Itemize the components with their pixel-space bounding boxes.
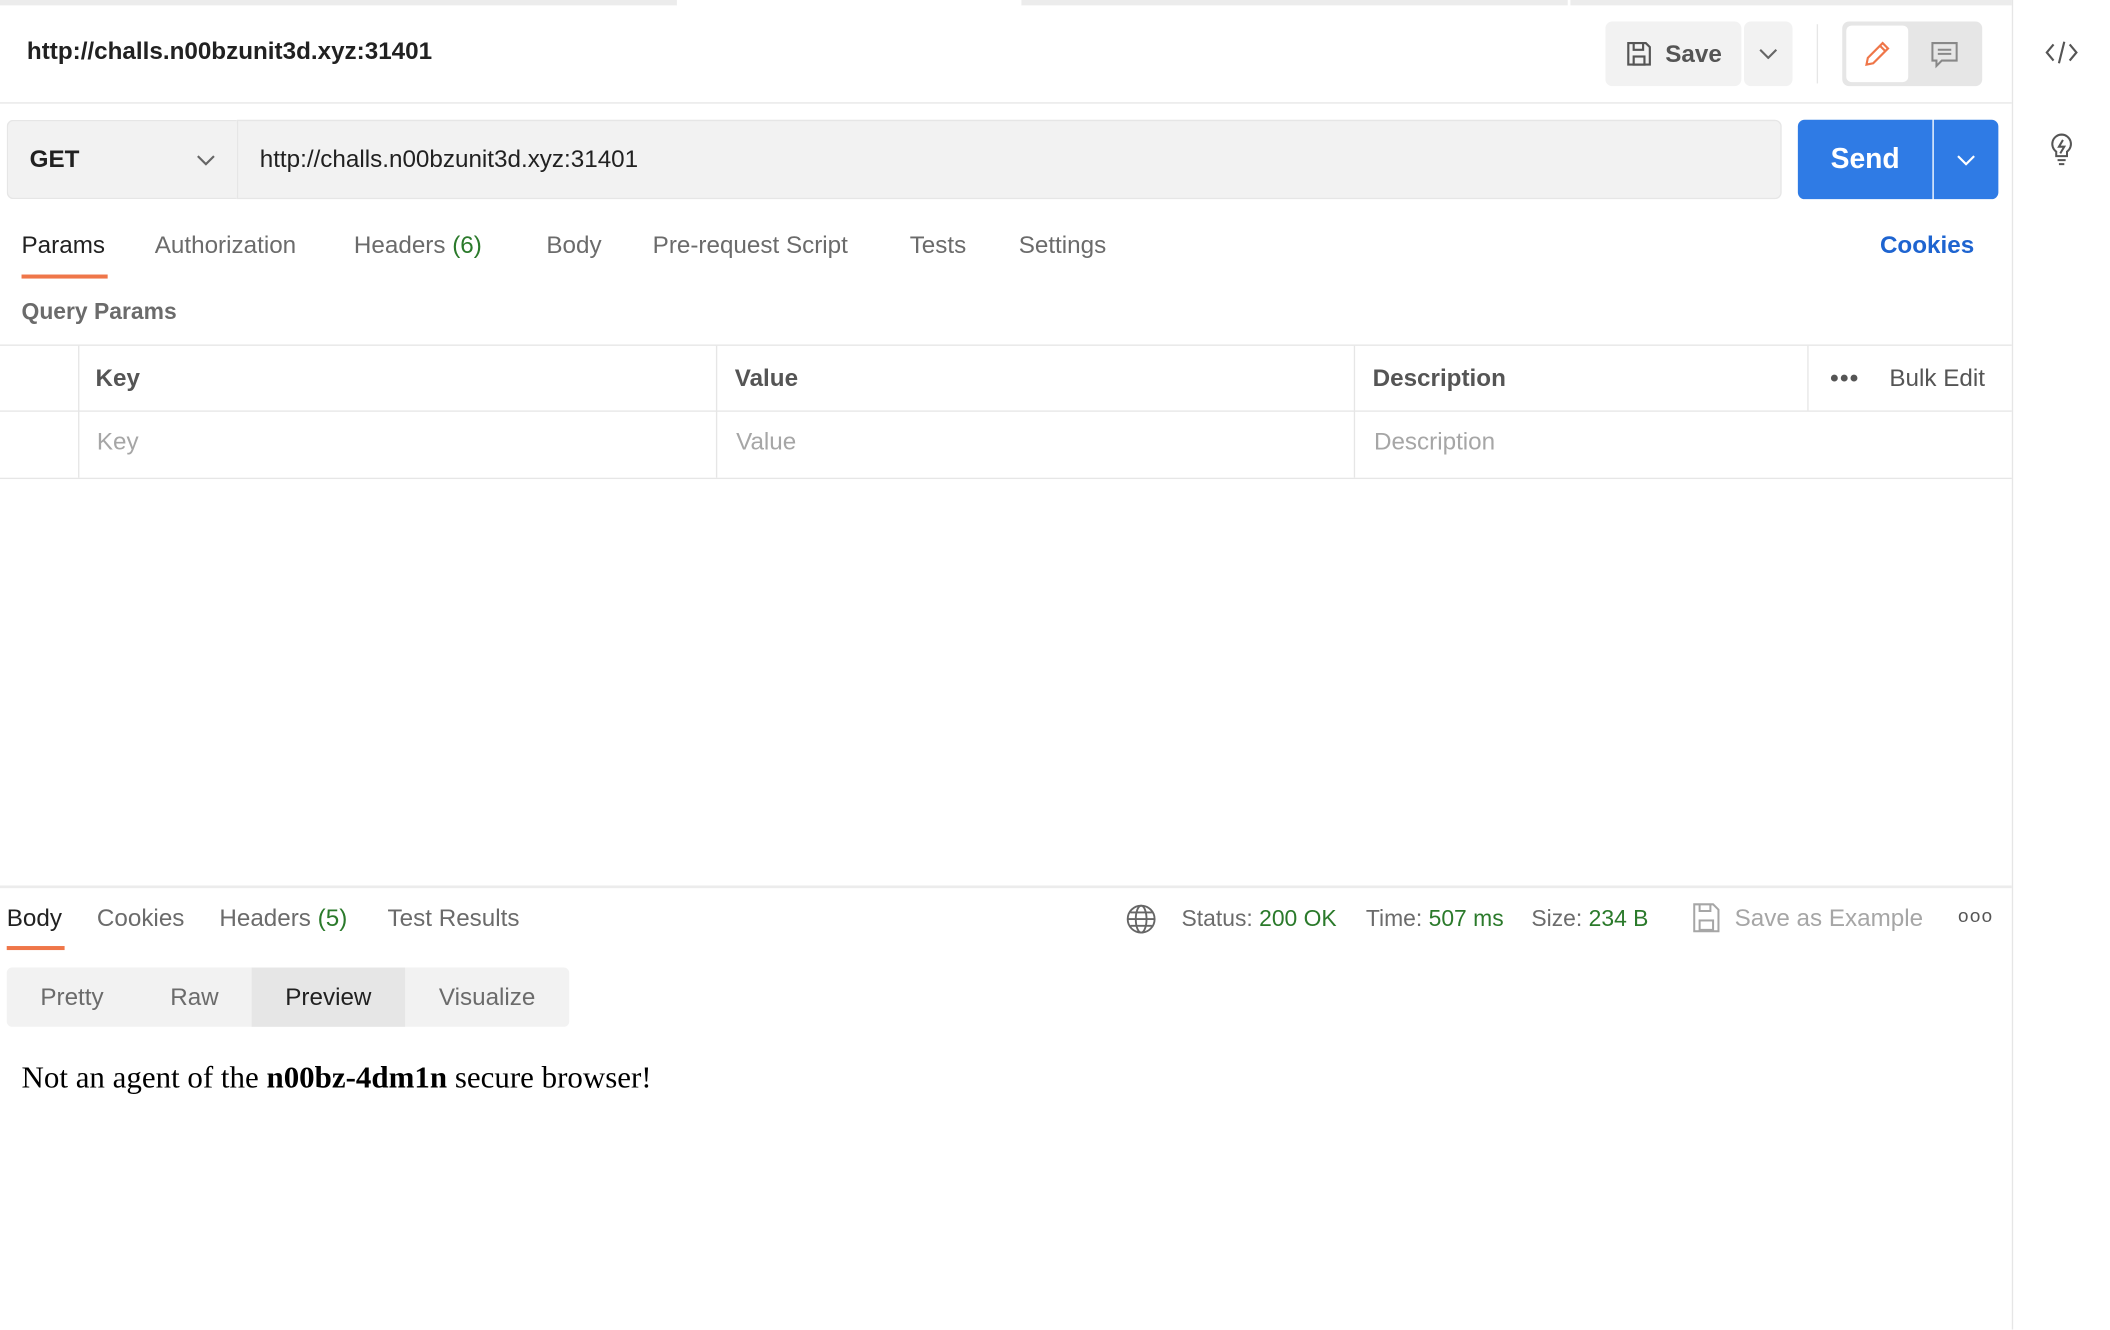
comment-icon bbox=[1931, 42, 1958, 69]
headers-count: (5) bbox=[317, 904, 348, 932]
response-view-selector: Pretty Raw Preview Visualize bbox=[6, 967, 570, 1027]
cookies-link[interactable]: Cookies bbox=[1880, 231, 1974, 259]
tab-authorization[interactable]: Authorization bbox=[155, 231, 296, 259]
lightbulb-icon bbox=[2051, 133, 2072, 166]
send-dropdown-button[interactable] bbox=[1933, 119, 1999, 200]
status-label: Status: bbox=[1181, 905, 1253, 932]
bulk-edit-button[interactable]: Bulk Edit bbox=[1889, 365, 1985, 393]
chevron-down-icon bbox=[197, 154, 215, 165]
divider bbox=[1816, 24, 1819, 84]
divider bbox=[0, 102, 2012, 104]
network-info-button[interactable] bbox=[1125, 903, 1157, 942]
divider bbox=[2011, 0, 2014, 1330]
tab-label: Headers bbox=[353, 231, 446, 259]
view-raw[interactable]: Raw bbox=[137, 968, 251, 1027]
url-input[interactable]: http://challs.n00bzunit3d.xyz:31401 bbox=[236, 119, 1782, 200]
tab-strip-edge bbox=[1021, 0, 1568, 6]
method-value: GET bbox=[29, 145, 80, 173]
save-as-example-label: Save as Example bbox=[1734, 903, 1924, 931]
more-options-icon[interactable]: ooo bbox=[1958, 904, 1993, 926]
response-preview: Not an agent of the n00bz-4dm1n secure b… bbox=[22, 1060, 652, 1095]
divider bbox=[78, 345, 80, 478]
method-select[interactable]: GET bbox=[6, 119, 237, 200]
chevron-down-icon bbox=[1759, 49, 1778, 60]
tab-body[interactable]: Body bbox=[546, 231, 601, 259]
more-options-icon[interactable]: ••• bbox=[1830, 365, 1859, 393]
tab-settings[interactable]: Settings bbox=[1019, 231, 1107, 259]
tab-headers[interactable]: Headers (6) bbox=[354, 231, 482, 259]
save-label: Save bbox=[1665, 39, 1722, 67]
code-snippet-button[interactable] bbox=[2044, 38, 2079, 74]
edit-mode-button[interactable] bbox=[1846, 25, 1909, 83]
query-params-table: Key Value Description ••• Bulk Edit Key … bbox=[0, 344, 2012, 480]
tab-strip-edge bbox=[1570, 0, 2012, 6]
tab-label: Headers bbox=[219, 904, 311, 932]
active-tab-indicator bbox=[21, 274, 108, 279]
divider bbox=[1353, 345, 1356, 478]
active-tab-indicator bbox=[6, 946, 65, 951]
time-label: Time: bbox=[1365, 905, 1423, 932]
query-params-title: Query Params bbox=[21, 298, 177, 325]
key-input[interactable]: Key bbox=[97, 428, 139, 456]
tab-pre-request-script[interactable]: Pre-request Script bbox=[653, 231, 848, 259]
preview-bold-text: n00bz-4dm1n bbox=[266, 1060, 448, 1095]
headers-count: (6) bbox=[452, 231, 482, 259]
response-tab-test-results[interactable]: Test Results bbox=[388, 904, 520, 932]
send-button[interactable]: Send bbox=[1797, 119, 1933, 200]
size-label: Size: bbox=[1531, 905, 1583, 932]
divider bbox=[1807, 345, 1809, 411]
column-header-key: Key bbox=[95, 364, 140, 392]
size-value: 234 B bbox=[1588, 905, 1649, 932]
column-header-description: Description bbox=[1372, 364, 1506, 392]
save-dropdown-button[interactable] bbox=[1744, 21, 1793, 87]
time-readout: Time: 507 ms bbox=[1366, 906, 1504, 933]
divider bbox=[715, 345, 718, 478]
save-as-example-button[interactable]: Save as Example bbox=[1692, 902, 1924, 934]
pencil-icon bbox=[1865, 41, 1890, 66]
size-readout: Size: 234 B bbox=[1531, 906, 1648, 933]
view-visualize[interactable]: Visualize bbox=[405, 968, 569, 1027]
preview-text: Not an agent of the bbox=[21, 1060, 267, 1095]
response-tab-body[interactable]: Body bbox=[7, 904, 62, 932]
column-header-value: Value bbox=[734, 364, 799, 392]
save-icon bbox=[1627, 41, 1652, 66]
description-input[interactable]: Description bbox=[1374, 428, 1495, 456]
comments-button[interactable] bbox=[1914, 26, 1976, 83]
divider bbox=[0, 410, 2012, 412]
tab-params[interactable]: Params bbox=[22, 231, 105, 259]
request-title[interactable]: http://challs.n00bzunit3d.xyz:31401 bbox=[27, 38, 432, 66]
value-input[interactable]: Value bbox=[736, 428, 796, 456]
info-button[interactable] bbox=[2045, 131, 2077, 175]
code-icon bbox=[2045, 41, 2078, 64]
globe-icon bbox=[1126, 904, 1156, 934]
view-preview[interactable]: Preview bbox=[251, 967, 406, 1027]
preview-text: secure browser! bbox=[447, 1060, 652, 1095]
tab-tests[interactable]: Tests bbox=[910, 231, 967, 259]
save-icon bbox=[1693, 903, 1720, 933]
response-splitter[interactable] bbox=[0, 885, 2012, 889]
response-tab-cookies[interactable]: Cookies bbox=[97, 904, 185, 932]
response-tab-headers[interactable]: Headers (5) bbox=[219, 904, 347, 932]
status-value: 200 OK bbox=[1259, 905, 1337, 932]
time-value: 507 ms bbox=[1428, 905, 1504, 932]
tab-strip-edge bbox=[0, 0, 677, 6]
chevron-down-icon bbox=[1957, 154, 1975, 165]
save-button[interactable]: Save bbox=[1605, 21, 1742, 87]
status-readout: Status: 200 OK bbox=[1182, 906, 1337, 933]
view-pretty[interactable]: Pretty bbox=[7, 968, 138, 1027]
